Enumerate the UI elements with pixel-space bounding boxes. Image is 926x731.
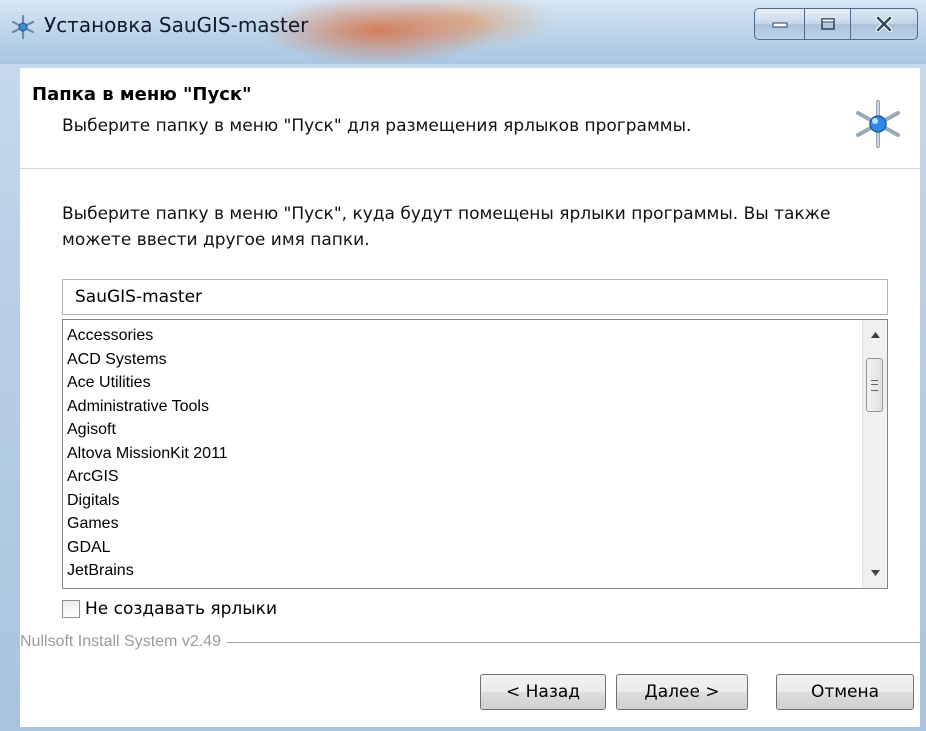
back-button[interactable]: < Назад: [480, 674, 606, 710]
no-shortcuts-checkbox[interactable]: [62, 600, 80, 618]
installer-app-icon: [11, 14, 35, 40]
list-item[interactable]: Agisoft: [63, 418, 863, 442]
list-item[interactable]: ACD Systems: [63, 348, 863, 372]
scroll-up-button[interactable]: [863, 324, 887, 346]
title-bar[interactable]: Установка SauGIS-master: [0, 0, 926, 64]
branding-row: Nullsoft Install System v2.49: [20, 632, 920, 652]
cancel-button[interactable]: Отмена: [776, 674, 914, 710]
list-item[interactable]: Administrative Tools: [63, 395, 863, 419]
instructions-text: Выберите папку в меню "Пуск", куда будут…: [62, 204, 831, 250]
scroll-down-button[interactable]: [863, 562, 887, 584]
branding-divider: [226, 642, 920, 644]
page-subtitle: Выберите папку в меню "Пуск" для размеще…: [62, 116, 692, 136]
scroll-up-arrow-icon: [870, 332, 880, 338]
list-item[interactable]: JetBrains: [63, 559, 863, 583]
list-item[interactable]: Accessories: [63, 324, 863, 348]
list-item[interactable]: Digitals: [63, 489, 863, 513]
scroll-down-arrow-icon: [870, 570, 880, 576]
list-item[interactable]: GDAL: [63, 536, 863, 560]
minimize-icon: [772, 22, 787, 28]
maximize-icon: [820, 18, 835, 30]
header-panel: Папка в меню "Пуск" Выберите папку в мен…: [20, 68, 920, 169]
no-shortcuts-label: Не создавать ярлыки: [85, 599, 277, 619]
nsis-branding-text: Nullsoft Install System v2.49: [20, 633, 221, 650]
installer-window: Установка SauGIS-master Папка в меню "Пу…: [0, 0, 926, 731]
close-icon: [875, 16, 893, 32]
caption-buttons: [754, 8, 918, 42]
start-menu-folder-input[interactable]: [62, 279, 888, 315]
window-title: Установка SauGIS-master: [44, 13, 309, 37]
scroll-thumb[interactable]: [866, 358, 883, 412]
list-item[interactable]: Games: [63, 512, 863, 536]
folder-list-items: Accessories ACD Systems Ace Utilities Admin…: [63, 320, 863, 583]
list-item[interactable]: ArcGIS: [63, 465, 863, 489]
scroll-grip-icon: [871, 379, 878, 391]
list-scrollbar[interactable]: [862, 320, 887, 588]
start-menu-folder-list[interactable]: Accessories ACD Systems Ace Utilities Admin…: [62, 319, 888, 589]
content-panel: Выберите папку в меню "Пуск", куда будут…: [20, 169, 920, 727]
minimize-button[interactable]: [754, 8, 804, 40]
next-button[interactable]: Далее >: [616, 674, 748, 710]
maximize-button[interactable]: [804, 8, 850, 40]
no-shortcuts-checkbox-row[interactable]: Не создавать ярлыки: [62, 597, 277, 621]
close-button[interactable]: [850, 8, 918, 40]
list-item[interactable]: Ace Utilities: [63, 371, 863, 395]
list-item[interactable]: Altova MissionKit 2011: [63, 442, 863, 466]
page-title: Папка в меню "Пуск": [32, 84, 252, 105]
setup-sparkle-icon: [856, 100, 900, 148]
